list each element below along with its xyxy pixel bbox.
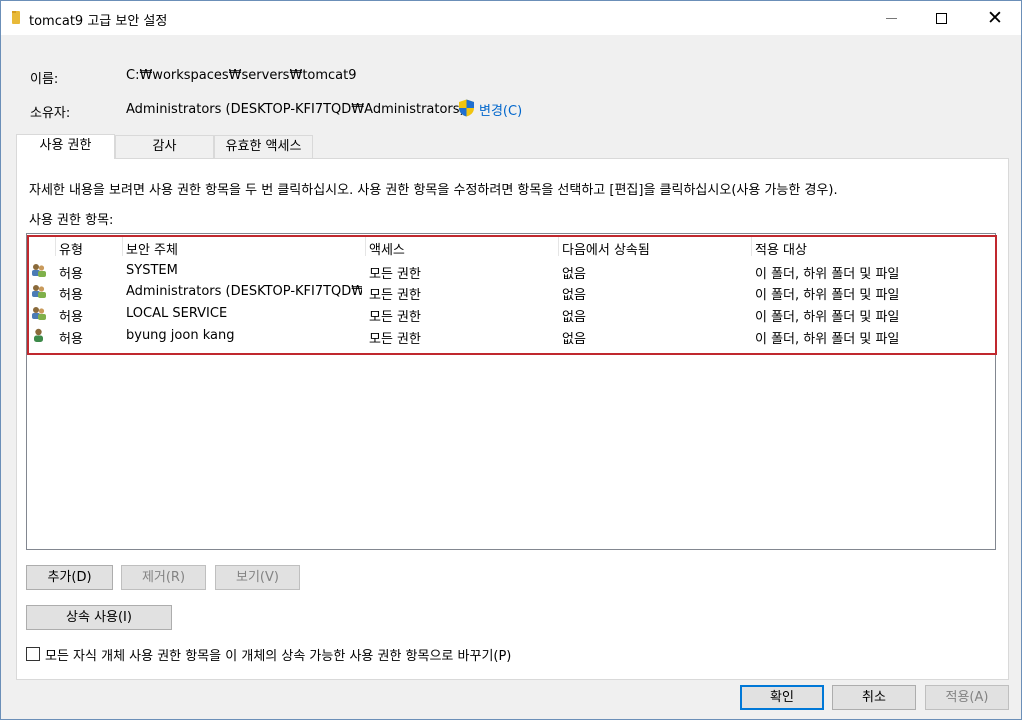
- tab-effective-access[interactable]: 유효한 액세스: [214, 135, 313, 158]
- row-principal: Administrators (DESKTOP-KFI7TQD₩...: [126, 284, 362, 299]
- title-bar[interactable]: tomcat9 고급 보안 설정 ✕: [1, 1, 1021, 35]
- folder-icon: [12, 11, 20, 24]
- row-access: 모든 권한: [369, 332, 421, 347]
- owner-label: 소유자:: [30, 106, 71, 121]
- maximize-button[interactable]: [918, 1, 964, 35]
- column-header-type[interactable]: 유형: [59, 239, 83, 258]
- row-type: 허용: [59, 310, 83, 325]
- column-header-inherited-from[interactable]: 다음에서 상속됨: [562, 239, 650, 258]
- change-owner-link[interactable]: 변경(C): [479, 100, 522, 119]
- group-users-icon: [32, 307, 46, 320]
- row-inherited-from: 없음: [562, 267, 586, 282]
- row-applies-to: 이 폴더, 하위 폴더 및 파일: [755, 310, 900, 325]
- row-inherited-from: 없음: [562, 288, 586, 303]
- advanced-security-settings-window: tomcat9 고급 보안 설정 ✕ 이름: C:₩workspaces₩ser…: [0, 0, 1022, 720]
- column-divider[interactable]: [365, 237, 366, 256]
- minimize-icon: [885, 17, 897, 19]
- close-button[interactable]: ✕: [972, 1, 1018, 35]
- row-access: 모든 권한: [369, 288, 421, 303]
- row-principal: LOCAL SERVICE: [126, 306, 228, 321]
- row-inherited-from: 없음: [562, 310, 586, 325]
- view-button[interactable]: 보기(V): [215, 565, 300, 590]
- window-title: tomcat9 고급 보안 설정: [29, 14, 168, 29]
- row-applies-to: 이 폴더, 하위 폴더 및 파일: [755, 267, 900, 282]
- cancel-button[interactable]: 취소: [832, 685, 916, 710]
- row-applies-to: 이 폴더, 하위 폴더 및 파일: [755, 332, 900, 347]
- tab-auditing[interactable]: 감사: [115, 135, 214, 158]
- enable-inheritance-button[interactable]: 상속 사용(I): [26, 605, 172, 630]
- tab-permissions[interactable]: 사용 권한: [16, 134, 115, 159]
- row-access: 모든 권한: [369, 310, 421, 325]
- ok-button[interactable]: 확인: [740, 685, 824, 710]
- column-divider[interactable]: [558, 237, 559, 256]
- remove-button[interactable]: 제거(R): [121, 565, 206, 590]
- single-user-icon: [34, 328, 43, 342]
- row-type: 허용: [59, 288, 83, 303]
- uac-shield-icon: [459, 99, 474, 117]
- column-divider[interactable]: [122, 237, 123, 256]
- row-principal: byung joon kang: [126, 328, 235, 343]
- row-inherited-from: 없음: [562, 332, 586, 347]
- name-value: C:₩workspaces₩servers₩tomcat9: [126, 68, 357, 83]
- column-header-principal[interactable]: 보안 주체: [126, 239, 178, 258]
- row-type: 허용: [59, 267, 83, 282]
- maximize-icon: [935, 12, 947, 24]
- row-principal: SYSTEM: [126, 263, 178, 278]
- row-type: 허용: [59, 332, 83, 347]
- group-users-icon: [32, 264, 46, 277]
- permission-entries-label: 사용 권한 항목:: [29, 213, 114, 228]
- replace-child-permissions-label[interactable]: 모든 자식 개체 사용 권한 항목을 이 개체의 상속 가능한 사용 권한 항목…: [45, 645, 511, 664]
- column-divider[interactable]: [55, 237, 56, 256]
- owner-value: Administrators (DESKTOP-KFI7TQD₩Administ…: [126, 102, 465, 117]
- instruction-text: 자세한 내용을 보려면 사용 권한 항목을 두 번 클릭하십시오. 사용 권한 …: [29, 183, 838, 198]
- group-users-icon: [32, 285, 46, 298]
- row-access: 모든 권한: [369, 267, 421, 282]
- row-applies-to: 이 폴더, 하위 폴더 및 파일: [755, 288, 900, 303]
- close-icon: ✕: [987, 6, 1003, 29]
- apply-button[interactable]: 적용(A): [925, 685, 1009, 710]
- minimize-button[interactable]: [868, 1, 914, 35]
- column-header-applies-to[interactable]: 적용 대상: [755, 239, 807, 258]
- column-divider[interactable]: [751, 237, 752, 256]
- replace-child-permissions-checkbox[interactable]: [26, 647, 40, 661]
- add-button[interactable]: 추가(D): [26, 565, 113, 590]
- name-label: 이름:: [30, 72, 59, 87]
- column-header-access[interactable]: 액세스: [369, 239, 405, 258]
